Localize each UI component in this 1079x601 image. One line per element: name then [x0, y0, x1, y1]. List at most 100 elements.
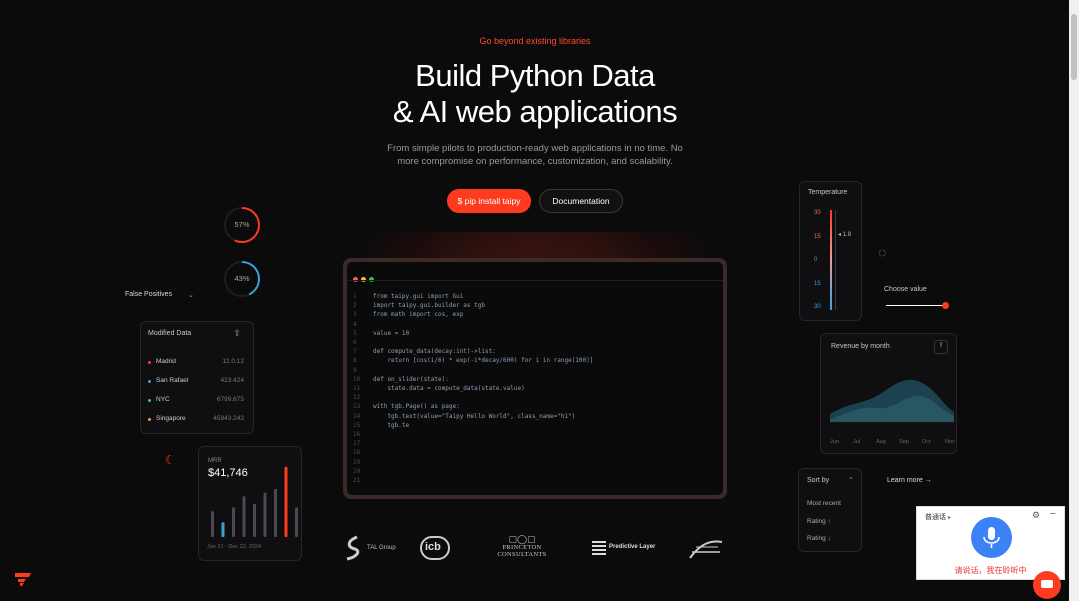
mrr-date-range: Jun 21 - Dec 22, 2024 — [207, 544, 262, 550]
mrr-bar — [253, 503, 256, 537]
city-value: 6799.675 — [216, 396, 244, 403]
code-line: 2 import taipy.gui.builder as tgb — [353, 301, 593, 310]
slider-thumb[interactable] — [942, 302, 949, 309]
temperature-tick: 15 — [814, 280, 821, 287]
voice-language-select[interactable]: 普通话 ▸ — [925, 512, 951, 522]
hero-title-line2: & AI web applications — [392, 94, 678, 129]
chat-bubble-button[interactable] — [1033, 571, 1061, 599]
city-label: Singapore — [156, 415, 186, 422]
list-item: NYC 6799.675 — [148, 396, 248, 406]
hero-title-line1: Build Python Data — [415, 58, 655, 93]
revenue-month-label: Aug — [876, 439, 886, 445]
choose-value-slider[interactable]: Choose value — [884, 286, 954, 310]
code-line: 9 — [353, 366, 593, 375]
temperature-tick: 15 — [814, 233, 821, 240]
city-label: San Rafael — [156, 377, 189, 384]
status-dot-icon — [148, 418, 151, 421]
code-text: from taipy.gui import Gui — [373, 293, 464, 300]
sort-option[interactable]: Rating ↑ — [807, 518, 831, 525]
line-number: 9 — [353, 366, 357, 374]
line-number: 18 — [353, 449, 361, 457]
code-text: def compute_data(decay:int)->list: — [373, 348, 496, 356]
swoosh-logo — [689, 540, 723, 559]
code-line: 4 — [353, 320, 593, 329]
settings-icon[interactable]: ⚙ — [1032, 510, 1040, 521]
sort-by-label[interactable]: Sort by — [807, 477, 829, 484]
water-drop-icon: ◌ — [878, 244, 887, 260]
choose-value-label: Choose value — [884, 286, 927, 293]
code-line: 12 — [353, 393, 593, 402]
line-number: 21 — [353, 477, 361, 485]
city-value: 12.0.12 — [222, 358, 244, 365]
mrr-bar — [221, 522, 225, 537]
code-line: 19 — [353, 458, 593, 467]
temperature-marker: ◂ 1.8 — [838, 232, 852, 238]
line-number: 2 — [353, 302, 357, 310]
modified-data-title: Modified Data — [148, 330, 192, 337]
code-editor-body: 1 from taipy.gui import Gui 2 import taipy.… — [347, 262, 723, 495]
predictive-layer-logo: Predictive Layer — [592, 537, 655, 557]
page-scrollbar[interactable] — [1069, 0, 1079, 601]
code-line: 3 from math import cos, exp — [353, 310, 593, 319]
code-line: 15 tgb.te — [353, 421, 593, 430]
voice-input-widget: 普通话 ▸ ⚙ – 请说话，我在聆听中 — [916, 506, 1065, 580]
documentation-button[interactable]: Documentation — [539, 189, 623, 213]
mrr-bar — [274, 488, 277, 537]
minimize-icon[interactable]: – — [1050, 508, 1056, 519]
revenue-month-label: Jun — [830, 439, 839, 445]
status-dot-icon — [148, 399, 151, 402]
line-number: 10 — [353, 375, 361, 383]
line-number: 14 — [353, 412, 361, 420]
temperature-tick: 30 — [814, 210, 821, 216]
city-label: Madrid — [156, 358, 176, 365]
princeton-logo: ▢◯▢ PRINCETON CONSULTANTS — [477, 535, 567, 561]
code-text: with tgb.Page() as page: — [373, 403, 460, 411]
mrr-bar — [242, 496, 246, 537]
icb-name: icb — [425, 541, 441, 553]
line-number: 15 — [353, 421, 361, 429]
mrr-bar-chart — [211, 466, 298, 537]
line-number: 20 — [353, 467, 361, 475]
tal-group-mark — [346, 535, 360, 561]
taipy-logo-icon[interactable] — [15, 572, 31, 586]
sort-option[interactable]: Rating ↓ — [807, 535, 831, 542]
mrr-card: MRR $41,746 Jun 21 - Dec 22, 2024 — [198, 446, 302, 561]
upload-icon[interactable]: ⇪ — [934, 340, 948, 354]
microphone-button[interactable] — [971, 517, 1012, 558]
chevron-up-icon[interactable]: ⌃ — [848, 476, 854, 484]
window-controls — [353, 269, 377, 287]
revenue-month-label: Sep — [899, 439, 909, 445]
code-line: 18 — [353, 448, 593, 457]
temperature-marker-value: 1.8 — [842, 232, 852, 238]
sort-option[interactable]: Most recent — [807, 500, 841, 507]
revenue-title: Revenue by month — [831, 343, 890, 350]
false-positives-dropdown[interactable]: False Positives ⌄ — [125, 291, 200, 305]
revenue-area-chart — [830, 379, 954, 423]
code-block: 1 from taipy.gui import Gui 2 import taipy.… — [353, 292, 593, 485]
code-line: 5 value = 10 — [353, 329, 593, 338]
code-line: 1 from taipy.gui import Gui — [353, 292, 593, 301]
pip-install-button[interactable]: $ pip install taipy — [447, 189, 531, 213]
status-dot-icon — [148, 380, 151, 383]
slider-track[interactable] — [886, 305, 946, 306]
learn-more-link[interactable]: Learn more → — [887, 477, 932, 484]
scrollbar-thumb[interactable] — [1071, 14, 1077, 80]
mrr-bar — [295, 507, 298, 537]
code-text: value = 10 — [373, 329, 410, 337]
temperature-tick: 0 — [814, 257, 818, 263]
code-text: tgb.text(value="Taipy Hello World", clas… — [373, 412, 576, 420]
upload-icon[interactable]: ⇪ — [233, 328, 241, 339]
code-text: return [cos(i/6) * exp(-i*decay/600) for… — [373, 357, 594, 365]
revenue-month-label: Nov — [945, 439, 955, 445]
code-line: 6 — [353, 338, 593, 347]
line-number: 11 — [353, 385, 361, 393]
line-number: 1 — [353, 293, 357, 300]
revenue-card: Revenue by month ⇪ Jun Jul Aug Sep Oct Nov — [820, 333, 957, 454]
hero-subtitle: From simple pilots to production-ready w… — [380, 142, 690, 168]
city-value: 45943.243 — [213, 415, 244, 422]
predictive-layer-mark — [592, 539, 606, 555]
voice-language-label: 普通话 — [925, 514, 946, 521]
code-line: 17 — [353, 439, 593, 448]
code-line: 7 def compute_data(decay:int)->list: — [353, 347, 593, 356]
moon-icon[interactable]: ☾ — [165, 453, 176, 467]
